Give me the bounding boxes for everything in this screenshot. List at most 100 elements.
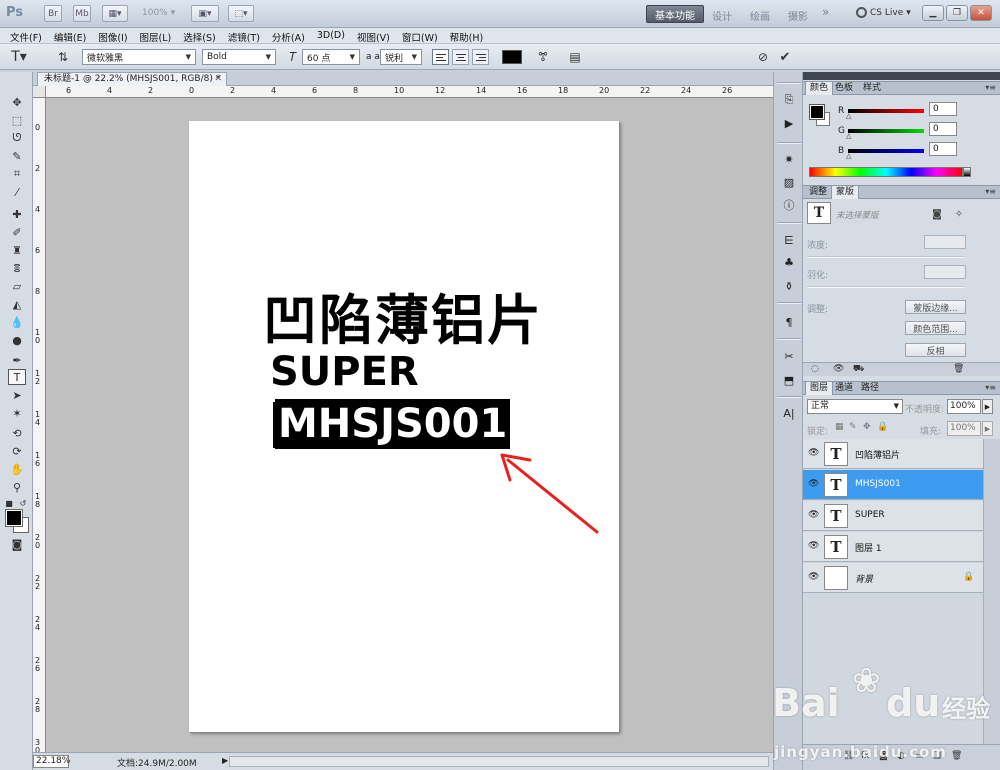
zoom-level-readout[interactable]: 100% ▾	[142, 8, 175, 18]
foreground-color-swatch[interactable]	[5, 509, 23, 527]
menu-analysis[interactable]: 分析(A)	[272, 28, 305, 44]
crop-tool-icon[interactable]: ⌗	[8, 166, 26, 182]
red-channel-slider[interactable]	[848, 109, 924, 113]
document-tab[interactable]: 未标题-1 @ 22.2% (MHSJS001, RGB/8) * ✕	[37, 72, 227, 86]
path-selection-tool-icon[interactable]: ➤	[8, 387, 26, 403]
brush-panel-icon[interactable]: ✂	[780, 348, 798, 364]
color-spectrum-bar[interactable]	[809, 167, 963, 177]
type-tool-icon[interactable]: T	[8, 369, 26, 385]
text-color-swatch[interactable]	[502, 50, 522, 64]
black-white-ramp[interactable]	[963, 167, 971, 177]
visibility-eye-icon[interactable]: 👁	[808, 449, 819, 458]
document-info[interactable]: 文档:24.9M/2.00M	[117, 756, 197, 769]
workspace-painting-button[interactable]: 绘画	[750, 8, 770, 23]
blend-mode-select[interactable]: 正常 ▼	[807, 399, 903, 414]
quick-select-tool-icon[interactable]: ✎	[8, 148, 26, 164]
tab-styles[interactable]: 样式	[859, 82, 885, 95]
view-extras-icon[interactable]: ▦▾	[102, 5, 128, 22]
type-tool-preset-icon[interactable]: T▾	[10, 49, 28, 65]
blue-channel-slider[interactable]	[848, 149, 924, 153]
character-panel-icon[interactable]: ▤	[566, 49, 584, 65]
visibility-eye-icon[interactable]: 👁	[808, 542, 819, 551]
align-right-icon[interactable]	[472, 49, 489, 65]
commit-edit-icon[interactable]: ✔	[776, 49, 794, 65]
menu-view[interactable]: 视图(V)	[357, 28, 390, 44]
ruler-origin[interactable]	[33, 86, 46, 98]
tab-adjustments[interactable]: 调整	[805, 186, 831, 199]
info-panel-icon[interactable]: ⓘ	[780, 197, 798, 213]
mask-edge-button[interactable]: 蒙版边缘...	[905, 300, 966, 314]
cs-live-button[interactable]: CS Live ▾	[856, 7, 911, 18]
visibility-eye-icon[interactable]: 👁	[808, 480, 819, 489]
layer-row[interactable]: 👁 T 图层 1	[803, 532, 983, 562]
more-workspaces-icon[interactable]: »	[822, 5, 829, 19]
quick-mask-icon[interactable]: ◙	[8, 536, 26, 552]
mini-bridge-icon[interactable]: Mb	[73, 5, 91, 22]
3d-orbit-tool-icon[interactable]: ⟳	[8, 443, 26, 459]
panel-menu-icon[interactable]: ▾≡	[985, 187, 996, 196]
lock-all-icon[interactable]: 🔒	[877, 422, 888, 432]
add-pixel-mask-icon[interactable]: ◙	[930, 207, 944, 221]
navigator-panel-icon[interactable]: ✷	[780, 151, 798, 167]
workspace-photography-button[interactable]: 摄影	[788, 8, 808, 23]
zoom-field[interactable]: 22.18%	[33, 755, 70, 768]
close-window-button[interactable]: ✕	[970, 5, 992, 21]
clone-stamp-tool-icon[interactable]: ♜	[8, 242, 26, 258]
zoom-tool-icon[interactable]: ⚲	[8, 479, 26, 495]
align-center-icon[interactable]	[452, 49, 469, 65]
hand-tool-icon[interactable]: ✋	[8, 461, 26, 477]
horizontal-scrollbar[interactable]	[229, 756, 769, 767]
blur-tool-icon[interactable]: 💧	[8, 314, 26, 330]
tab-color[interactable]: 颜色	[805, 82, 834, 95]
brush-tool-icon[interactable]: ✐	[8, 224, 26, 240]
delete-mask-icon[interactable]: 🗑	[953, 364, 964, 374]
vertical-ruler[interactable]: 02468101214161820222426283032	[33, 98, 46, 755]
character-panel-icon[interactable]: A|	[780, 405, 798, 421]
menu-filter[interactable]: 滤镜(T)	[228, 28, 260, 44]
pen-tool-icon[interactable]: ✒	[8, 352, 26, 368]
text-layer-super[interactable]: SUPER	[270, 349, 419, 395]
status-menu-icon[interactable]: ▶	[222, 756, 228, 765]
paint-bucket-tool-icon[interactable]: ◭	[8, 296, 26, 312]
horizontal-ruler[interactable]: 6 4 2 0 2 4 6 8 10 12 14 16 18 20 22 24 26	[46, 86, 773, 98]
close-tab-icon[interactable]: ✕	[214, 73, 222, 85]
fill-arrow-icon[interactable]: ▶	[982, 421, 993, 436]
red-channel-value[interactable]: 0	[929, 102, 957, 116]
arrange-documents-icon[interactable]: ▣▾	[191, 5, 219, 22]
default-colors-icon[interactable]: ■	[4, 495, 14, 511]
tab-layers[interactable]: 图层	[805, 382, 834, 395]
align-left-icon[interactable]	[432, 49, 449, 65]
blue-channel-value[interactable]: 0	[929, 142, 957, 156]
shape-tool-icon[interactable]: ✶	[8, 405, 26, 421]
red-slider-handle-icon[interactable]: △	[846, 112, 851, 120]
visibility-eye-icon[interactable]: 👁	[808, 573, 819, 582]
tool-presets-panel-icon[interactable]: ⚱	[780, 278, 798, 294]
tab-channels[interactable]: 通道	[831, 382, 857, 395]
layer-row[interactable]: 👁 背景 🔒	[803, 563, 983, 593]
styles-panel-icon[interactable]: ⬒	[780, 372, 798, 388]
menu-layer[interactable]: 图层(L)	[140, 28, 172, 44]
feather-slider[interactable]	[807, 286, 965, 288]
eyedropper-tool-icon[interactable]: ⁄	[8, 184, 26, 200]
blue-slider-handle-icon[interactable]: △	[846, 152, 851, 160]
eraser-tool-icon[interactable]: ▱	[8, 278, 26, 294]
color-panel-foreground-swatch[interactable]	[809, 104, 825, 120]
workspace-essentials-button[interactable]: 基本功能	[646, 5, 704, 23]
history-panel-icon[interactable]: ⎘	[780, 92, 798, 108]
menu-select[interactable]: 选择(S)	[183, 28, 215, 44]
tab-masks[interactable]: 蒙版	[831, 186, 860, 199]
menu-edit[interactable]: 编辑(E)	[54, 28, 86, 44]
green-slider-handle-icon[interactable]: △	[846, 132, 851, 140]
histogram-panel-icon[interactable]: ▨	[780, 174, 798, 190]
panel-menu-icon[interactable]: ▾≡	[985, 383, 996, 392]
warp-text-icon[interactable]: ꔅ	[534, 49, 552, 65]
menu-file[interactable]: 文件(F)	[10, 28, 42, 44]
document-canvas[interactable]: 凹陷薄铝片 SUPER MHSJS001	[189, 121, 619, 732]
marquee-tool-icon[interactable]: ⬚	[8, 112, 26, 128]
apply-mask-icon[interactable]: ⛟	[853, 364, 864, 375]
actions-panel-icon[interactable]: ▶	[780, 115, 798, 131]
layer-row[interactable]: 👁 T SUPER	[803, 501, 983, 531]
toggle-mask-visibility-icon[interactable]: 👁	[833, 364, 844, 374]
color-range-button[interactable]: 颜色范围...	[905, 321, 966, 335]
lock-transparency-icon[interactable]: ▦	[835, 422, 844, 432]
